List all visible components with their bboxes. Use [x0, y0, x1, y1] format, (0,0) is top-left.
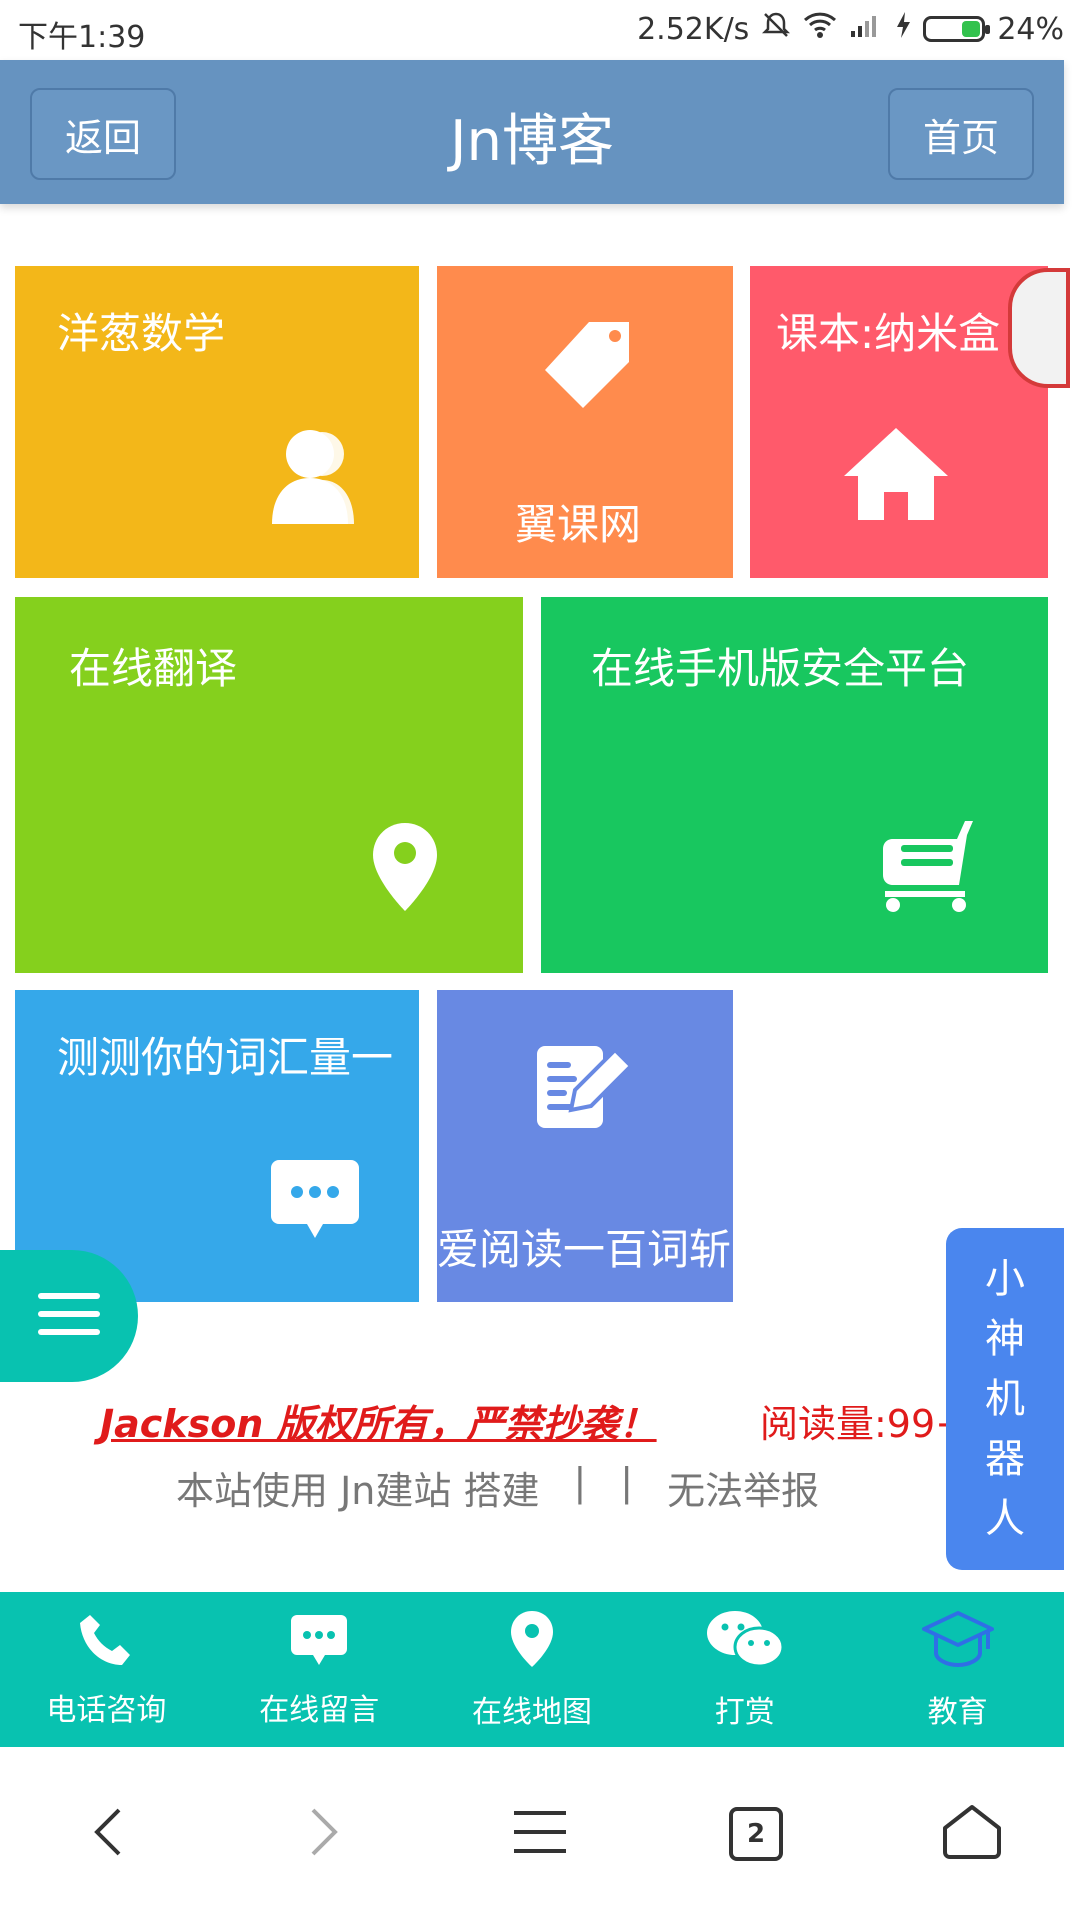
status-bar: 下午1:39 2.52K/s 24%	[0, 0, 1080, 60]
tile-online-translate[interactable]: 在线翻译	[15, 597, 523, 973]
report-text: 无法举报	[667, 1469, 820, 1513]
mute-bell-icon	[761, 10, 791, 48]
chevron-left-icon	[93, 1806, 123, 1862]
bottom-nav: 电话咨询 在线留言 在线地图 打赏 教育	[0, 1592, 1064, 1747]
chevron-right-icon	[309, 1806, 339, 1862]
nav-label: 电话咨询	[46, 1692, 167, 1728]
battery-percent: 24%	[997, 11, 1064, 47]
mascot-avatar[interactable]	[1008, 268, 1070, 388]
location-pin-icon	[367, 819, 443, 919]
tile-yangcong-math[interactable]: 洋葱数学	[15, 266, 419, 578]
tile-label: 在线翻译	[69, 644, 238, 693]
edit-document-icon	[533, 1042, 637, 1136]
network-speed: 2.52K/s	[637, 11, 750, 47]
copyright-link[interactable]: Jackson 版权所有，严禁抄袭！	[100, 1393, 657, 1448]
wifi-icon	[803, 11, 837, 47]
message-icon	[289, 1611, 349, 1675]
nav-label: 打赏	[714, 1694, 775, 1730]
status-indicators: 2.52K/s 24%	[637, 10, 1064, 48]
wechat-icon	[705, 1609, 785, 1677]
site-info-line: 本站使用 Jn建站 搭建 | | 无法举报	[176, 1460, 819, 1515]
robot-char: 器	[985, 1436, 1025, 1482]
tag-icon	[537, 316, 637, 420]
tile-mobile-security[interactable]: 在线手机版安全平台	[541, 597, 1048, 973]
browser-back-button[interactable]	[48, 1774, 168, 1894]
tile-label: 课本:纳米盒	[776, 309, 1001, 358]
separator: |	[573, 1460, 587, 1504]
separator: |	[620, 1460, 634, 1504]
tile-nami-box[interactable]: 课本:纳米盒	[750, 266, 1048, 578]
tile-label: 爱阅读一百词斩	[437, 1225, 732, 1274]
browser-forward-button[interactable]	[264, 1774, 384, 1894]
home-outline-icon	[942, 1804, 1002, 1864]
nav-online-map[interactable]: 在线地图	[426, 1592, 639, 1747]
tile-ai-read[interactable]: 爱阅读一百词斩	[437, 990, 733, 1302]
tile-label: 在线手机版安全平台	[591, 644, 970, 693]
tile-label: 翼课网	[515, 500, 642, 549]
map-pin-icon	[507, 1609, 557, 1677]
graduation-cap-icon	[921, 1609, 994, 1677]
nav-label: 在线地图	[471, 1694, 592, 1730]
read-count: 阅读量:99+	[760, 1402, 946, 1446]
shopping-cart-icon	[879, 815, 983, 919]
tabs-count: 2	[746, 1819, 766, 1849]
app-header: 返回 Jn博客 首页	[0, 60, 1064, 204]
home-icon	[840, 424, 952, 528]
tile-label: 洋葱数学	[57, 309, 226, 358]
robot-assistant-tab[interactable]: 小 神 机 器 人	[946, 1228, 1064, 1570]
user-icon	[260, 426, 370, 530]
battery-icon	[923, 16, 991, 42]
nav-label: 在线留言	[259, 1692, 380, 1728]
tabs-icon: 2	[729, 1807, 783, 1861]
tile-yike[interactable]: 翼课网	[437, 266, 733, 578]
robot-char: 机	[985, 1376, 1025, 1422]
status-time: 下午1:39	[18, 20, 146, 55]
floating-menu-button[interactable]	[0, 1250, 138, 1382]
nav-education[interactable]: 教育	[851, 1592, 1064, 1747]
system-nav-bar: 2	[0, 1748, 1080, 1920]
menu-icon	[514, 1809, 566, 1859]
browser-home-button[interactable]	[912, 1774, 1032, 1894]
home-button[interactable]: 首页	[888, 88, 1034, 180]
robot-char: 神	[985, 1316, 1025, 1362]
nav-label: 教育	[927, 1694, 988, 1730]
nav-reward[interactable]: 打赏	[638, 1592, 851, 1747]
hamburger-icon	[38, 1291, 100, 1341]
charging-icon	[895, 11, 911, 47]
signal-icon	[849, 11, 883, 47]
nav-phone-consult[interactable]: 电话咨询	[0, 1592, 213, 1747]
chat-bubble-icon	[267, 1156, 363, 1246]
tile-label: 测测你的词汇量一	[57, 1033, 394, 1082]
browser-tabs-button[interactable]: 2	[696, 1774, 816, 1894]
nav-online-message[interactable]: 在线留言	[213, 1592, 426, 1747]
robot-char: 人	[985, 1496, 1025, 1542]
browser-menu-button[interactable]	[480, 1774, 600, 1894]
robot-char: 小	[985, 1256, 1025, 1302]
phone-icon	[76, 1611, 136, 1675]
built-with-text: 本站使用 Jn建站 搭建	[176, 1469, 540, 1513]
